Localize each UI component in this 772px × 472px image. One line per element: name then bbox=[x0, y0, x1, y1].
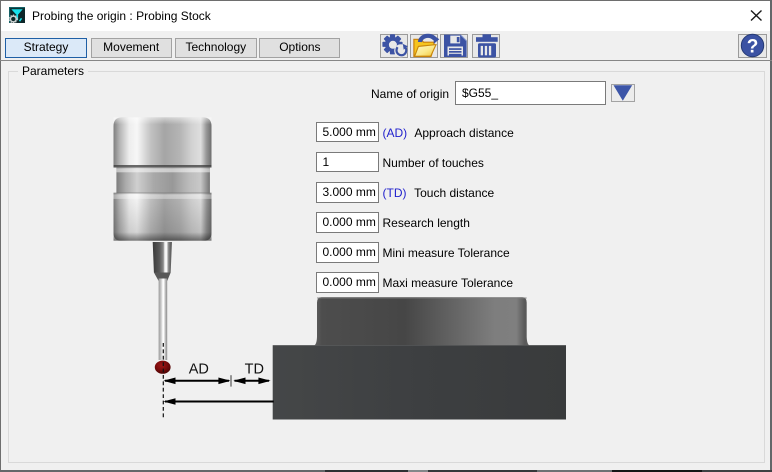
svg-text:?: ? bbox=[747, 37, 759, 58]
svg-text:TD: TD bbox=[245, 362, 264, 378]
svg-text:AD: AD bbox=[189, 362, 209, 378]
